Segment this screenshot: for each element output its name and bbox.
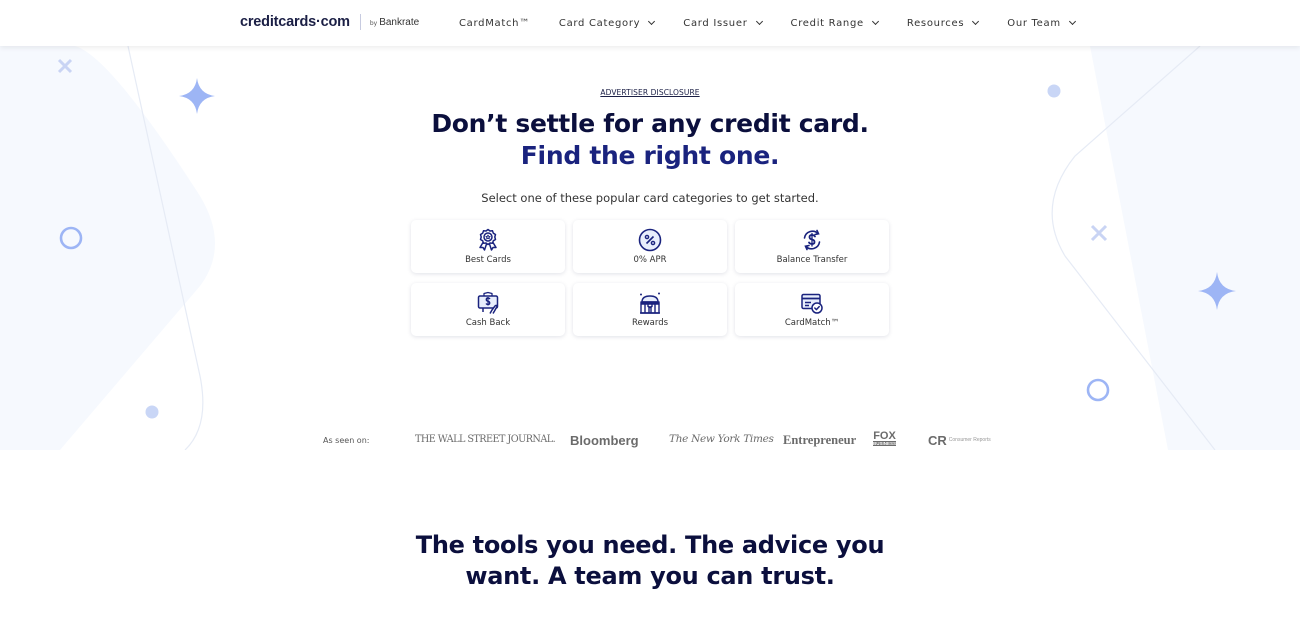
hero-subtitle: Select one of these popular card categor… <box>481 191 819 205</box>
tools-title-line1: The tools you need. The advice you <box>415 531 885 559</box>
wsj-logo: THE WALL STREET JOURNAL. <box>415 433 556 445</box>
nav-item-label: CardMatch™ <box>459 17 530 29</box>
nav-item-label: Resources <box>906 17 965 29</box>
as-seen-on-label: As seen on: <box>323 436 370 445</box>
advertiser-disclosure: ADVERTISER DISCLOSURE <box>0 80 1300 99</box>
tools-title-line2: want. A team you can trust. <box>465 562 835 590</box>
category-label: CardMatch™ <box>784 318 840 328</box>
nav-item-label: Our Team <box>1007 17 1061 29</box>
hero-title-line1: Don’t settle for any credit card. <box>431 109 869 138</box>
category-cardmatch[interactable]: CardMatch™ <box>735 283 889 336</box>
x-mark-icon <box>57 58 73 74</box>
nav-item-label: Credit Range <box>790 17 864 29</box>
cr-logo-sub: Consumer Reports <box>948 437 991 443</box>
chevron-down-icon <box>972 17 980 26</box>
logo-by: by <box>369 20 378 27</box>
tools-section-title: The tools you need. The advice you want.… <box>0 530 1300 592</box>
fox-business-logo: FOX BUSINESS <box>873 431 897 446</box>
nav-item-label: Card Category <box>558 17 641 29</box>
category-label: Cash Back <box>465 318 511 328</box>
x-mark-icon <box>1090 224 1108 242</box>
nav-item-credit-range[interactable]: Credit Range <box>790 17 879 29</box>
category-label: Rewards <box>631 318 669 328</box>
logo-creditcards: creditcards·com <box>240 14 350 30</box>
chevron-down-icon <box>755 17 763 26</box>
cr-logo-text: CR <box>928 433 947 448</box>
category-balance-transfer[interactable]: Balance Transfer <box>735 220 889 273</box>
dollar-transfer-icon <box>803 229 821 251</box>
hero-section: ADVERTISER DISCLOSURE Don’t settle for a… <box>0 46 1300 450</box>
bloomberg-logo: Bloomberg <box>570 433 639 448</box>
nyt-logo: The New York Times <box>669 433 774 445</box>
award-ribbon-icon <box>479 228 497 251</box>
nav-item-label: Card Issuer <box>683 17 748 29</box>
chevron-down-icon <box>1068 17 1076 26</box>
chevron-down-icon <box>871 17 879 26</box>
hero-title: Don’t settle for any credit card. Find t… <box>0 108 1300 172</box>
category-grid: Best Cards 0% APR Balance Transfer Cash … <box>411 220 889 336</box>
fox-logo-sub: BUSINESS <box>873 441 897 446</box>
category-label: Best Cards <box>465 255 511 265</box>
circle-outline-icon <box>59 226 83 250</box>
category-rewards[interactable]: Rewards <box>573 283 727 336</box>
nav-item-resources[interactable]: Resources <box>906 17 980 29</box>
cash-back-icon <box>477 291 499 314</box>
nav-item-card-category[interactable]: Card Category <box>558 17 656 29</box>
circle-outline-icon <box>1086 378 1110 402</box>
dot-icon <box>145 405 159 419</box>
nav-menu: CardMatch™ Card Category Card Issuer Cre… <box>459 0 1076 46</box>
hero-title-line2: Find the right one. <box>520 141 780 170</box>
category-cash-back[interactable]: Cash Back <box>411 283 565 336</box>
card-check-icon <box>801 293 823 314</box>
nav-item-cardmatch[interactable]: CardMatch™ <box>459 18 530 29</box>
nav-item-card-issuer[interactable]: Card Issuer <box>683 17 763 29</box>
category-label: 0% APR <box>633 255 667 265</box>
rewards-store-icon <box>640 292 660 314</box>
nav-item-our-team[interactable]: Our Team <box>1007 17 1076 29</box>
consumer-reports-logo: CR Consumer Reports <box>928 433 991 448</box>
entrepreneur-logo: Entrepreneur <box>783 433 857 447</box>
as-seen-on-bar: As seen on: THE WALL STREET JOURNAL. Blo… <box>0 430 1300 450</box>
percent-icon <box>638 228 662 252</box>
sparkle-icon <box>1198 272 1236 310</box>
advertiser-disclosure-link[interactable]: ADVERTISER DISCLOSURE <box>600 88 699 97</box>
site-logo[interactable]: creditcards·com by Bankrate <box>240 14 419 30</box>
category-0-apr[interactable]: 0% APR <box>573 220 727 273</box>
category-best-cards[interactable]: Best Cards <box>411 220 565 273</box>
top-navbar: creditcards·com by Bankrate CardMatch™ C… <box>0 0 1300 46</box>
chevron-down-icon <box>648 17 656 26</box>
right-bg-shape <box>1090 46 1300 450</box>
category-label: Balance Transfer <box>776 255 848 265</box>
logo-bankrate: Bankrate <box>379 17 420 28</box>
logo-divider <box>359 14 361 30</box>
